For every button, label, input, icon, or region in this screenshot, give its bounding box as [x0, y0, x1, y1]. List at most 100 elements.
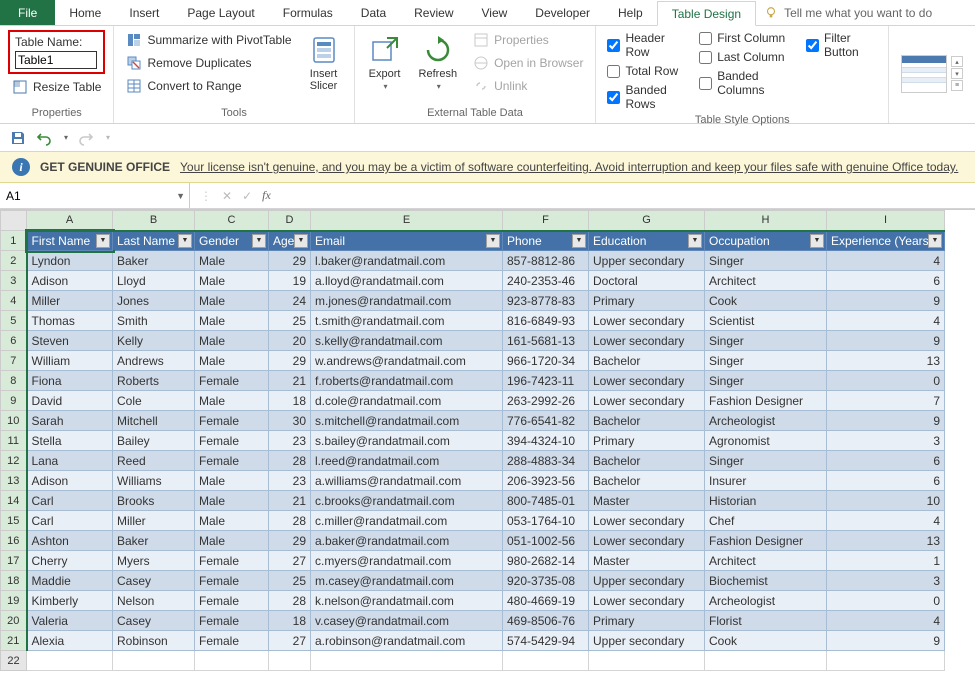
- table-cell[interactable]: Miller: [113, 511, 195, 531]
- table-cell[interactable]: 13: [827, 531, 945, 551]
- row-header[interactable]: 12: [1, 451, 27, 471]
- table-cell[interactable]: Carl: [27, 491, 113, 511]
- worksheet-grid[interactable]: ABCDEFGHI1First Name▼Last Name▼Gender▼Ag…: [0, 209, 975, 671]
- chevron-down-icon[interactable]: ▾: [64, 133, 68, 142]
- table-cell[interactable]: Lower secondary: [589, 531, 705, 551]
- table-cell[interactable]: Thomas: [27, 311, 113, 331]
- table-cell[interactable]: Fashion Designer: [705, 531, 827, 551]
- table-cell[interactable]: k.nelson@randatmail.com: [311, 591, 503, 611]
- table-cell[interactable]: Lower secondary: [589, 391, 705, 411]
- table-cell[interactable]: Doctoral: [589, 271, 705, 291]
- row-header[interactable]: 13: [1, 471, 27, 491]
- filter-icon[interactable]: ▼: [810, 234, 824, 248]
- summarize-pivot-button[interactable]: Summarize with PivotTable: [122, 30, 295, 50]
- table-cell[interactable]: 18: [269, 391, 311, 411]
- filter-icon[interactable]: ▼: [96, 234, 110, 248]
- table-cell[interactable]: Roberts: [113, 371, 195, 391]
- table-cell[interactable]: Upper secondary: [589, 631, 705, 651]
- table-header-cell[interactable]: Experience (Years)▼: [827, 231, 945, 251]
- table-cell[interactable]: Bachelor: [589, 451, 705, 471]
- name-box[interactable]: ▼: [0, 183, 190, 208]
- table-cell[interactable]: 28: [269, 451, 311, 471]
- table-cell[interactable]: Archeologist: [705, 591, 827, 611]
- filter-icon[interactable]: ▼: [688, 234, 702, 248]
- banner-message[interactable]: Your license isn't genuine, and you may …: [180, 160, 958, 174]
- select-all-corner[interactable]: [1, 211, 27, 231]
- last-col-checkbox[interactable]: [699, 51, 712, 64]
- filter-btn-check[interactable]: Filter Button: [803, 30, 880, 60]
- tab-table-design[interactable]: Table Design: [657, 1, 756, 26]
- table-cell[interactable]: Male: [195, 531, 269, 551]
- table-cell[interactable]: Casey: [113, 611, 195, 631]
- table-cell[interactable]: Reed: [113, 451, 195, 471]
- table-cell[interactable]: Smith: [113, 311, 195, 331]
- table-cell[interactable]: 25: [269, 571, 311, 591]
- col-header-B[interactable]: B: [113, 211, 195, 231]
- table-cell[interactable]: 263-2992-26: [503, 391, 589, 411]
- table-cell[interactable]: Male: [195, 491, 269, 511]
- gallery-more[interactable]: ▴▾≡: [951, 56, 963, 91]
- filter-btn-checkbox[interactable]: [806, 39, 819, 52]
- tab-file[interactable]: File: [0, 0, 55, 25]
- col-header-E[interactable]: E: [311, 211, 503, 231]
- table-cell[interactable]: Fashion Designer: [705, 391, 827, 411]
- table-cell[interactable]: v.casey@randatmail.com: [311, 611, 503, 631]
- last-col-check[interactable]: Last Column: [696, 49, 797, 65]
- table-cell[interactable]: 4: [827, 611, 945, 631]
- table-cell[interactable]: c.myers@randatmail.com: [311, 551, 503, 571]
- row-header[interactable]: 21: [1, 631, 27, 651]
- table-cell[interactable]: 19: [269, 271, 311, 291]
- table-cell[interactable]: 857-8812-86: [503, 251, 589, 271]
- table-cell[interactable]: Williams: [113, 471, 195, 491]
- table-cell[interactable]: Male: [195, 251, 269, 271]
- table-cell[interactable]: Upper secondary: [589, 251, 705, 271]
- table-cell[interactable]: Bailey: [113, 431, 195, 451]
- row-header[interactable]: 14: [1, 491, 27, 511]
- table-cell[interactable]: Lower secondary: [589, 511, 705, 531]
- table-cell[interactable]: 469-8506-76: [503, 611, 589, 631]
- empty-cell[interactable]: [113, 651, 195, 671]
- remove-duplicates-button[interactable]: Remove Duplicates: [122, 53, 295, 73]
- filter-icon[interactable]: ▼: [294, 234, 308, 248]
- table-cell[interactable]: 816-6849-93: [503, 311, 589, 331]
- table-cell[interactable]: Ashton: [27, 531, 113, 551]
- table-header-cell[interactable]: Phone▼: [503, 231, 589, 251]
- table-cell[interactable]: Cook: [705, 631, 827, 651]
- table-cell[interactable]: 29: [269, 251, 311, 271]
- table-cell[interactable]: 6: [827, 271, 945, 291]
- empty-cell[interactable]: [827, 651, 945, 671]
- row-header[interactable]: 11: [1, 431, 27, 451]
- row-header[interactable]: 5: [1, 311, 27, 331]
- table-name-input[interactable]: [15, 51, 97, 69]
- table-cell[interactable]: Singer: [705, 251, 827, 271]
- table-cell[interactable]: Casey: [113, 571, 195, 591]
- tab-home[interactable]: Home: [55, 0, 115, 25]
- table-cell[interactable]: Male: [195, 391, 269, 411]
- table-cell[interactable]: 29: [269, 351, 311, 371]
- table-cell[interactable]: Singer: [705, 331, 827, 351]
- table-cell[interactable]: s.kelly@randatmail.com: [311, 331, 503, 351]
- table-cell[interactable]: Male: [195, 511, 269, 531]
- table-cell[interactable]: 800-7485-01: [503, 491, 589, 511]
- table-cell[interactable]: Valeria: [27, 611, 113, 631]
- table-cell[interactable]: Mitchell: [113, 411, 195, 431]
- col-header-A[interactable]: A: [27, 211, 113, 231]
- table-cell[interactable]: Lloyd: [113, 271, 195, 291]
- table-cell[interactable]: 574-5429-94: [503, 631, 589, 651]
- filter-icon[interactable]: ▼: [178, 234, 192, 248]
- table-cell[interactable]: 923-8778-83: [503, 291, 589, 311]
- first-col-checkbox[interactable]: [699, 32, 712, 45]
- row-header[interactable]: 2: [1, 251, 27, 271]
- table-cell[interactable]: Lower secondary: [589, 311, 705, 331]
- table-header-cell[interactable]: Last Name▼: [113, 231, 195, 251]
- table-cell[interactable]: Kelly: [113, 331, 195, 351]
- table-cell[interactable]: 27: [269, 631, 311, 651]
- table-cell[interactable]: 28: [269, 591, 311, 611]
- table-cell[interactable]: Miller: [27, 291, 113, 311]
- convert-range-button[interactable]: Convert to Range: [122, 76, 295, 96]
- table-cell[interactable]: 20: [269, 331, 311, 351]
- banded-rows-checkbox[interactable]: [607, 91, 620, 104]
- tab-formulas[interactable]: Formulas: [269, 0, 347, 25]
- table-cell[interactable]: 196-7423-11: [503, 371, 589, 391]
- table-cell[interactable]: 966-1720-34: [503, 351, 589, 371]
